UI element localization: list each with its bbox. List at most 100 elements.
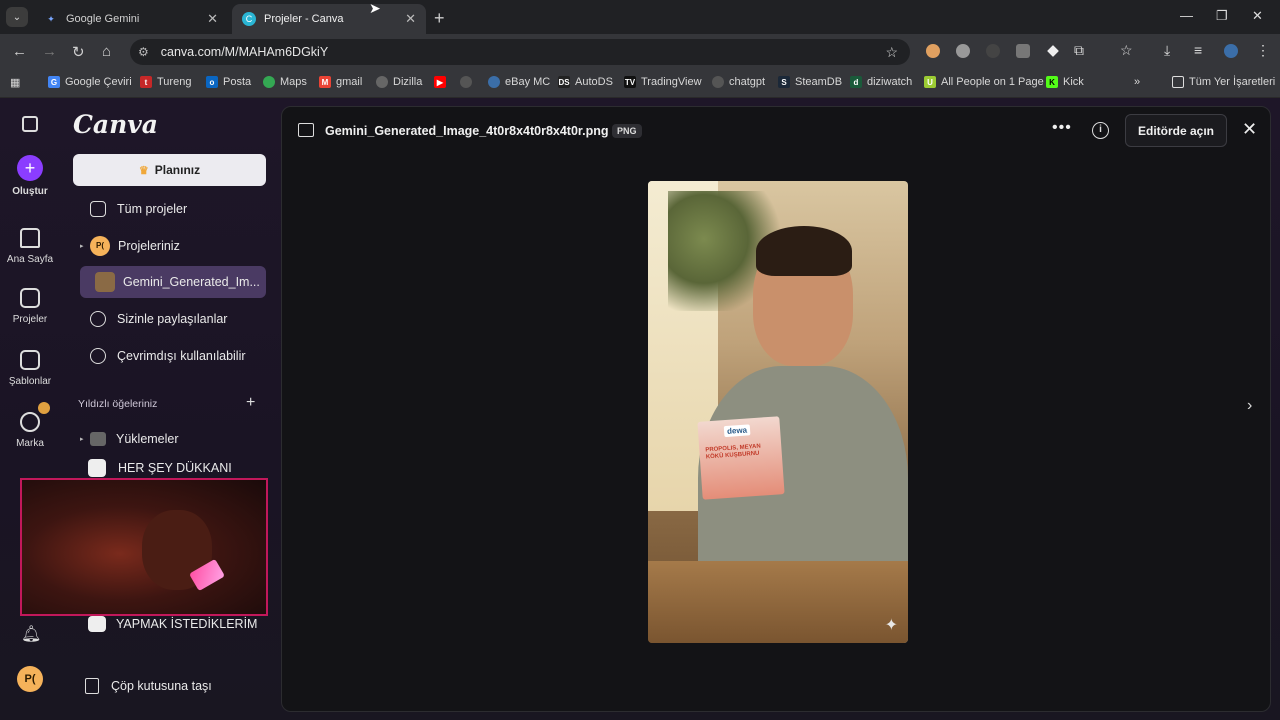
site-info-icon[interactable]: ⚙ [138, 45, 149, 59]
download-icon[interactable]: ⤓ [1164, 42, 1170, 59]
maps-pin-icon [263, 76, 275, 88]
extension-icon[interactable] [956, 44, 970, 58]
bookmark-steamdb[interactable]: S SteamDB [778, 76, 842, 88]
bookmark-posta[interactable]: o Posta [206, 76, 251, 88]
canva-app: + Oluştur Ana Sayfa Projeler Şablonlar M… [0, 98, 1280, 720]
generated-image-preview: dewa PROPOLIS, MEYAN KÖKÜ KUŞBURNU ✦ [648, 181, 908, 643]
home-icon[interactable]: ⌂ [102, 43, 111, 60]
mail-icon: o [206, 76, 218, 88]
bookmark-all-people[interactable]: U All People on 1 Page [924, 76, 1044, 88]
check-circle-icon [90, 348, 106, 364]
expand-chevron-icon[interactable]: ▸ [80, 435, 90, 443]
bookmark-gmail[interactable]: Mgmail [319, 76, 362, 88]
bookmark-star-icon[interactable]: ☆ [885, 44, 898, 61]
all-bookmarks-folder[interactable]: Tüm Yer İşaretleri [1172, 76, 1275, 88]
back-arrow-icon[interactable]: ← [12, 43, 27, 60]
move-to-trash-button[interactable]: Çöp kutusuna taşı [85, 678, 212, 694]
bookmark-tureng[interactable]: t Tureng [140, 76, 191, 88]
add-starred-plus-icon[interactable]: + [246, 394, 255, 412]
trash-icon [85, 678, 99, 694]
gmail-icon: M [319, 76, 331, 88]
rail-home[interactable]: Ana Sayfa [0, 228, 60, 265]
team-avatar: P( [90, 236, 110, 256]
translate-icon: G [48, 76, 60, 88]
bookmarks-overflow-chevron-icon[interactable]: » [1134, 76, 1140, 88]
bookmarks-star-icon[interactable]: ☆ [1120, 42, 1133, 59]
globe-icon [376, 76, 388, 88]
canva-logo[interactable]: Canva [73, 110, 158, 139]
extension-icon[interactable] [926, 44, 940, 58]
extension-icon[interactable] [1047, 45, 1059, 57]
bookmark-chatgpt[interactable]: chatgpt [712, 76, 765, 88]
tab-canva-projects[interactable]: C Projeler - Canva ✕ [232, 4, 426, 34]
extensions-puzzle-icon[interactable]: ⧉ [1074, 42, 1084, 59]
photo-table [648, 561, 908, 643]
reload-icon[interactable]: ↻ [72, 43, 85, 61]
nav-your-projects[interactable]: ▸ P( Projeleriniz [80, 230, 266, 262]
diziwatch-icon: d [850, 76, 862, 88]
templates-icon [20, 350, 40, 370]
user-avatar[interactable]: P( [17, 666, 43, 692]
notifications-bell-icon[interactable]: 🔔︎ [21, 624, 41, 644]
more-menu-icon[interactable]: ⋮ [1256, 42, 1270, 59]
webcam-overlay [20, 478, 268, 616]
media-control-icon[interactable]: ≡ [1194, 42, 1202, 58]
minimize-window-button[interactable]: — [1180, 8, 1193, 23]
bookmark-maps[interactable]: Maps [263, 76, 307, 88]
tab-google-gemini[interactable]: ✦ Google Gemini ✕ [34, 4, 228, 34]
projects-panel: Canva ♛ Planınız Tüm projeler ▸ P( Projel… [60, 98, 280, 720]
mouse-cursor-icon: ➤ [369, 0, 381, 16]
info-icon[interactable]: i [1092, 122, 1109, 139]
more-options-icon[interactable]: ••• [1052, 119, 1072, 137]
youtube-icon: ▶ [434, 76, 446, 88]
bookmark-tradingview[interactable]: TV TradingView [624, 76, 702, 88]
rail-templates[interactable]: Şablonlar [0, 350, 60, 387]
close-tab-icon[interactable]: ✕ [207, 11, 218, 27]
shield-extension-icon[interactable] [1016, 44, 1030, 58]
bookmark-dizilla[interactable]: Dizilla [376, 76, 422, 88]
bookmark-kick[interactable]: K Kick [1046, 76, 1084, 88]
create-label: Oluştur [12, 186, 48, 197]
expand-chevron-icon[interactable]: ▸ [80, 242, 90, 250]
close-tab-icon[interactable]: ✕ [405, 11, 416, 27]
nav-uploads[interactable]: ▸ Yüklemeler [80, 423, 266, 455]
bookmark-diziwatch[interactable]: d diziwatch [850, 76, 912, 88]
nav-current-image[interactable]: Gemini_Generated_Im... [80, 266, 266, 298]
open-in-editor-button[interactable]: Editörde açın [1125, 114, 1227, 147]
extension-icon[interactable] [986, 44, 1000, 58]
nav-offline-available[interactable]: Çevrimdışı kullanılabilir [80, 340, 266, 372]
tab-search-button[interactable]: ⌄ [6, 7, 28, 27]
rail-brand[interactable]: Marka [0, 412, 60, 449]
gemini-sparkle-icon: ✦ [884, 617, 898, 634]
bookmark-autods[interactable]: DS AutoDS [558, 76, 613, 88]
uploads-folder-icon [90, 432, 106, 446]
folder-icon [20, 288, 40, 308]
close-viewer-icon[interactable]: ✕ [1242, 119, 1257, 140]
left-rail: + Oluştur Ana Sayfa Projeler Şablonlar M… [0, 98, 60, 720]
next-chevron-icon[interactable]: › [1247, 397, 1252, 415]
new-tab-button[interactable]: + [434, 8, 445, 29]
bookmarks-bar: ▦ G Google Çeviri t Tureng o Posta Maps Mgm… [0, 70, 1280, 98]
plan-button[interactable]: ♛ Planınız [73, 154, 266, 186]
gemini-icon: ✦ [47, 13, 55, 24]
apps-grid-icon[interactable]: ▦ [10, 76, 20, 89]
forward-arrow-icon[interactable]: → [42, 43, 57, 60]
bookmark-youtube[interactable]: ▶ [434, 76, 451, 88]
bookmark-openai[interactable] [460, 76, 477, 88]
nav-her-sey-dukkani[interactable]: HER ŞEY DÜKKANI [80, 458, 266, 478]
restore-window-button[interactable]: ❐ [1216, 8, 1228, 24]
bookmark-ebay-mc[interactable]: eBay MC [488, 76, 550, 88]
nav-all-projects[interactable]: Tüm projeler [80, 193, 266, 225]
rail-projects[interactable]: Projeler [0, 288, 60, 325]
close-window-button[interactable]: ✕ [1252, 8, 1263, 24]
url-bar[interactable]: ⚙ canva.com/M/MAHAm6DGkiY ☆ [130, 39, 910, 65]
folder-thumbnail [88, 459, 106, 477]
nav-shared-with-you[interactable]: Sizinle paylaşılanlar [80, 303, 266, 335]
profile-avatar-icon[interactable] [1224, 44, 1238, 58]
toggle-sidebar-icon[interactable] [22, 116, 38, 132]
home-icon [20, 228, 40, 248]
product-box: dewa PROPOLIS, MEYAN KÖKÜ KUŞBURNU [697, 416, 785, 500]
url-text: canva.com/M/MAHAm6DGkiY [160, 45, 329, 59]
create-button[interactable]: + [17, 155, 43, 181]
bookmark-google-ceviri[interactable]: G Google Çeviri [48, 76, 132, 88]
